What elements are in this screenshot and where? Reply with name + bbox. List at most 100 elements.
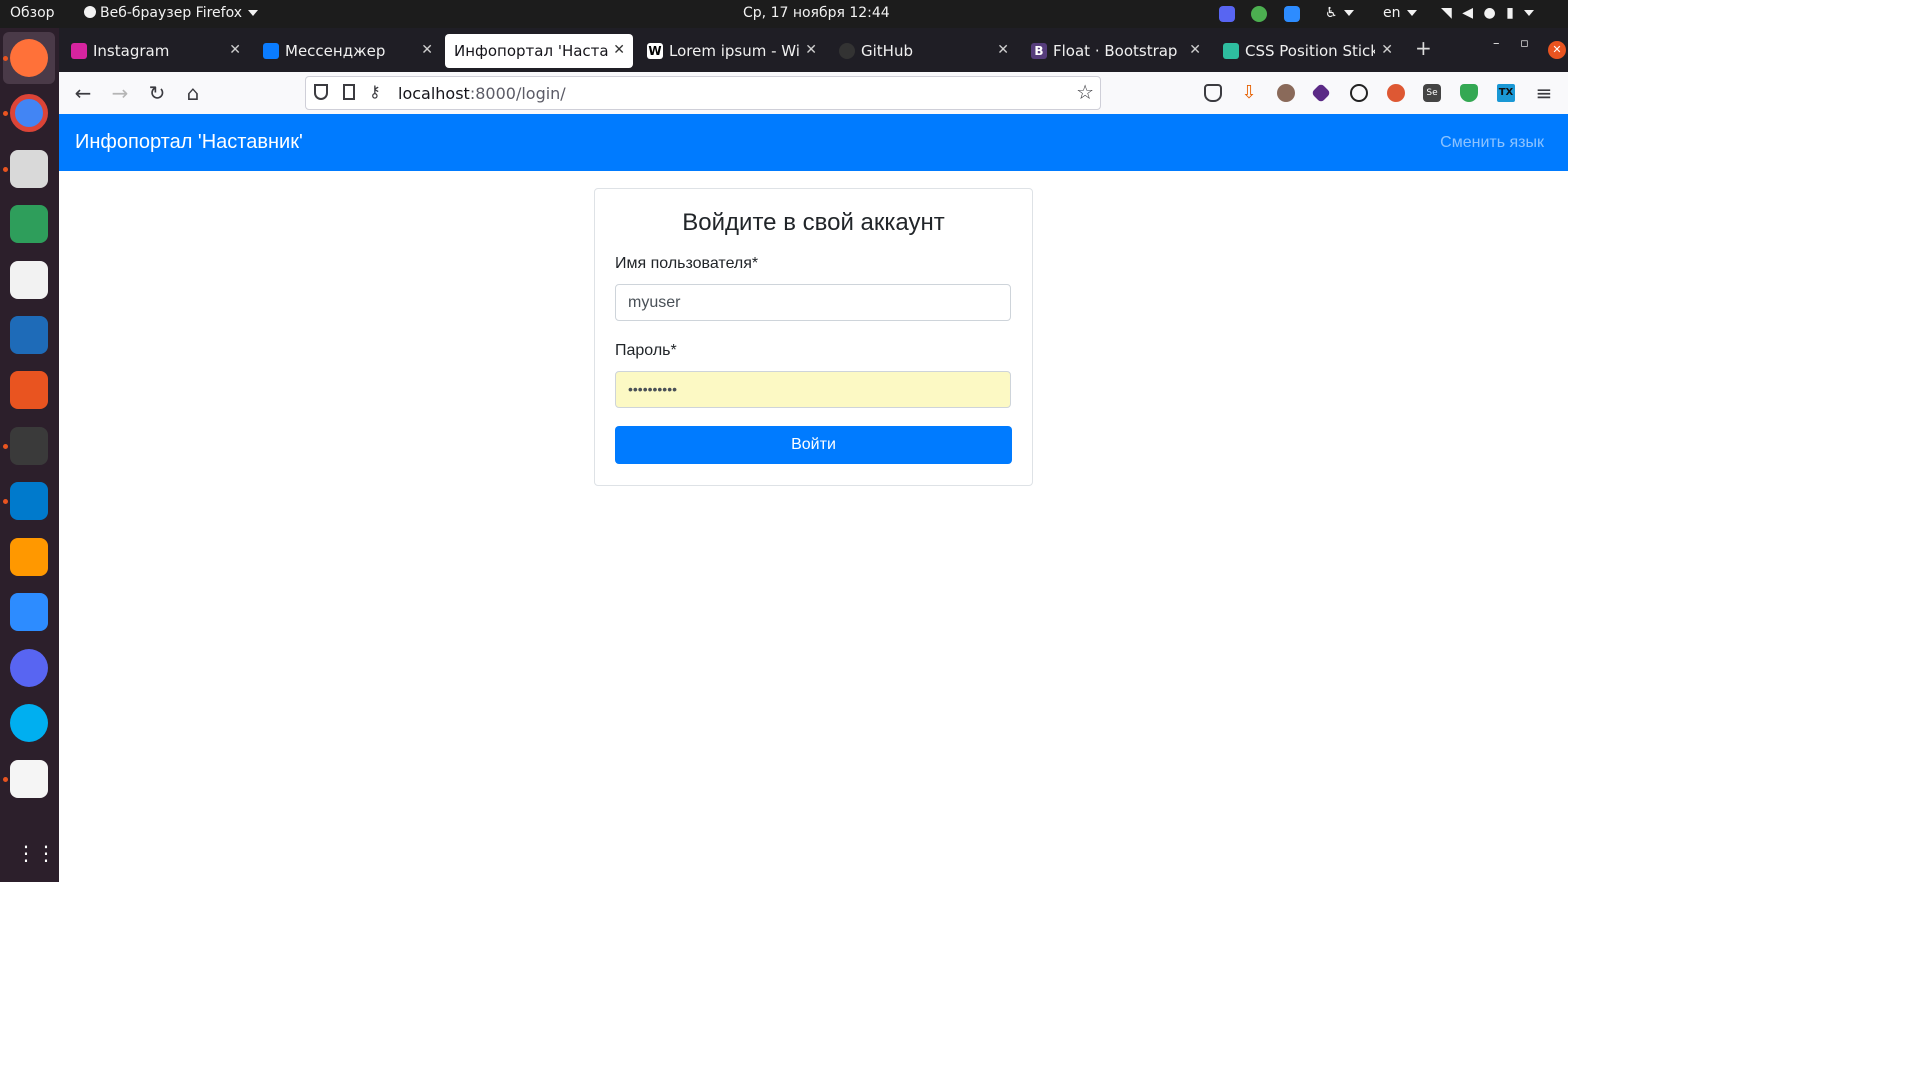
zoom-tray-icon[interactable] (1284, 6, 1300, 22)
key-icon[interactable]: ⚷ (369, 82, 381, 101)
download-icon[interactable]: ⇩ (1240, 84, 1258, 102)
shield-tray-icon[interactable] (1251, 6, 1267, 22)
running-indicator (3, 444, 8, 449)
url-bar[interactable]: ⚷ localhost:8000/login/ ☆ (305, 76, 1101, 110)
document-viewer-icon[interactable] (10, 261, 48, 299)
reload-icon[interactable]: ↻ (144, 80, 170, 106)
system-menu[interactable]: ◥ ◀ ● ▮ (1441, 5, 1535, 21)
url-text[interactable]: localhost:8000/login/ (398, 84, 566, 103)
instagram-icon (71, 43, 87, 59)
tab-instagram[interactable]: Instagram ✕ (61, 34, 249, 68)
app-menu[interactable]: Веб-браузер Firefox (84, 5, 259, 21)
pocket-icon[interactable] (1204, 84, 1222, 102)
running-indicator (3, 167, 8, 172)
accessibility-menu[interactable]: ♿ (1325, 5, 1354, 21)
tab-label: Float · Bootstrap (1053, 42, 1178, 60)
discord-icon[interactable] (10, 649, 48, 687)
password-input[interactable]: •••••••••• (615, 371, 1011, 408)
writer-icon[interactable] (10, 316, 48, 354)
text-editor-icon[interactable] (10, 760, 48, 798)
tab-label: Lorem ipsum - Wikipedia (669, 42, 799, 60)
tab-github[interactable]: GitHub ✕ (829, 34, 1017, 68)
password-label: Пароль* (615, 342, 677, 359)
extension-purple-icon[interactable] (1311, 83, 1331, 103)
tab-infoportal[interactable]: Инфопортал 'Наставник' ✕ (445, 34, 633, 68)
close-icon[interactable]: ✕ (1189, 42, 1201, 58)
close-icon[interactable]: ✕ (1381, 42, 1393, 58)
tab-label: Инфопортал 'Наставник' (454, 42, 609, 60)
wikipedia-icon: W (647, 43, 663, 59)
skype-icon[interactable] (10, 704, 48, 742)
dock: ⋮⋮ (0, 28, 59, 882)
login-button[interactable]: Войти (615, 426, 1012, 464)
bookmark-star-icon[interactable]: ☆ (1076, 80, 1094, 104)
vscode-icon[interactable] (10, 482, 48, 520)
tab-label: CSS Position Sticky (1245, 42, 1375, 60)
software-center-icon[interactable] (10, 371, 48, 409)
home-icon[interactable]: ⌂ (180, 80, 206, 106)
tab-css-sticky[interactable]: CSS Position Sticky ✕ (1213, 34, 1401, 68)
tab-wikipedia[interactable]: W Lorem ipsum - Wikipedia ✕ (637, 34, 825, 68)
chrome-icon[interactable] (10, 94, 48, 132)
adblock-shield-icon[interactable] (1460, 84, 1478, 102)
tab-bootstrap[interactable]: B Float · Bootstrap ✕ (1021, 34, 1209, 68)
forward-arrow-icon[interactable]: → (107, 80, 133, 106)
maximize-icon[interactable]: ▫ (1520, 36, 1529, 51)
login-title: Войдите в свой аккаунт (682, 209, 945, 236)
tracking-protection-shield-icon[interactable] (314, 84, 328, 100)
firefox-icon[interactable] (10, 39, 48, 77)
close-icon[interactable]: ✕ (997, 42, 1009, 58)
layers-app-icon[interactable] (10, 205, 48, 243)
chevron-down-icon (248, 10, 259, 16)
profile-avatar-icon[interactable] (1277, 84, 1295, 102)
url-host: localhost (398, 84, 470, 103)
accessibility-icon: ♿ (1325, 5, 1338, 21)
terminal-icon[interactable] (10, 427, 48, 465)
tab-strip: Instagram ✕ Мессенджер ✕ Инфопортал 'Нас… (59, 28, 1568, 72)
site-navbar: Инфопортал 'Наставник' Сменить язык (59, 114, 1568, 171)
zoom-icon[interactable] (10, 593, 48, 631)
show-apps-grid-icon[interactable]: ⋮⋮ (16, 840, 56, 866)
site-brand[interactable]: Инфопортал 'Наставник' (75, 131, 303, 154)
back-arrow-icon[interactable]: ← (70, 80, 96, 106)
username-label: Имя пользователя* (615, 255, 759, 272)
clock[interactable]: Ср, 17 ноября 12:44 (743, 5, 890, 21)
microphone-icon: ● (1483, 5, 1496, 21)
tab-label: Instagram (93, 42, 170, 60)
close-icon[interactable]: ✕ (805, 42, 817, 58)
running-indicator (3, 499, 8, 504)
change-language-link[interactable]: Сменить язык (1440, 134, 1544, 152)
duckduckgo-icon[interactable] (1387, 84, 1405, 102)
page-info-icon[interactable] (343, 84, 355, 100)
url-path: :8000/login/ (469, 84, 566, 103)
selenium-icon[interactable]: Se (1423, 84, 1441, 102)
close-icon[interactable]: ✕ (613, 42, 625, 58)
hamburger-menu-icon[interactable]: ≡ (1531, 80, 1557, 106)
tab-label: Мессенджер (285, 42, 386, 60)
volume-icon: ◀ (1462, 5, 1474, 21)
close-icon[interactable]: ✕ (229, 42, 241, 58)
navigation-toolbar: ← → ↻ ⌂ ⚷ localhost:8000/login/ ☆ ⇩ Se T… (59, 72, 1568, 115)
minimize-icon[interactable]: – (1493, 36, 1500, 51)
chevron-down-icon (1524, 10, 1535, 16)
running-indicator (3, 111, 8, 116)
close-icon[interactable]: ✕ (421, 42, 433, 58)
extension-ring-icon[interactable] (1350, 84, 1368, 102)
sublime-text-icon[interactable] (10, 538, 48, 576)
username-input[interactable]: myuser (615, 284, 1011, 321)
bootstrap-icon: B (1031, 43, 1047, 59)
tab-label: GitHub (861, 42, 913, 60)
running-indicator (3, 777, 8, 782)
discord-tray-icon[interactable] (1219, 6, 1235, 22)
files-icon[interactable] (10, 150, 48, 188)
close-window-icon[interactable]: ✕ (1548, 41, 1566, 59)
keyboard-layout-label: en (1383, 5, 1401, 21)
tab-messenger[interactable]: Мессенджер ✕ (253, 34, 441, 68)
app-menu-label: Веб-браузер Firefox (100, 5, 243, 21)
new-tab-plus-icon[interactable]: + (1415, 36, 1432, 60)
login-card: Войдите в свой аккаунт Имя пользователя*… (594, 188, 1033, 486)
activities-button[interactable]: Обзор (10, 5, 55, 21)
keyboard-layout[interactable]: en (1383, 5, 1417, 21)
tx-extension-icon[interactable]: TX (1497, 84, 1515, 102)
chevron-down-icon (1406, 10, 1417, 16)
